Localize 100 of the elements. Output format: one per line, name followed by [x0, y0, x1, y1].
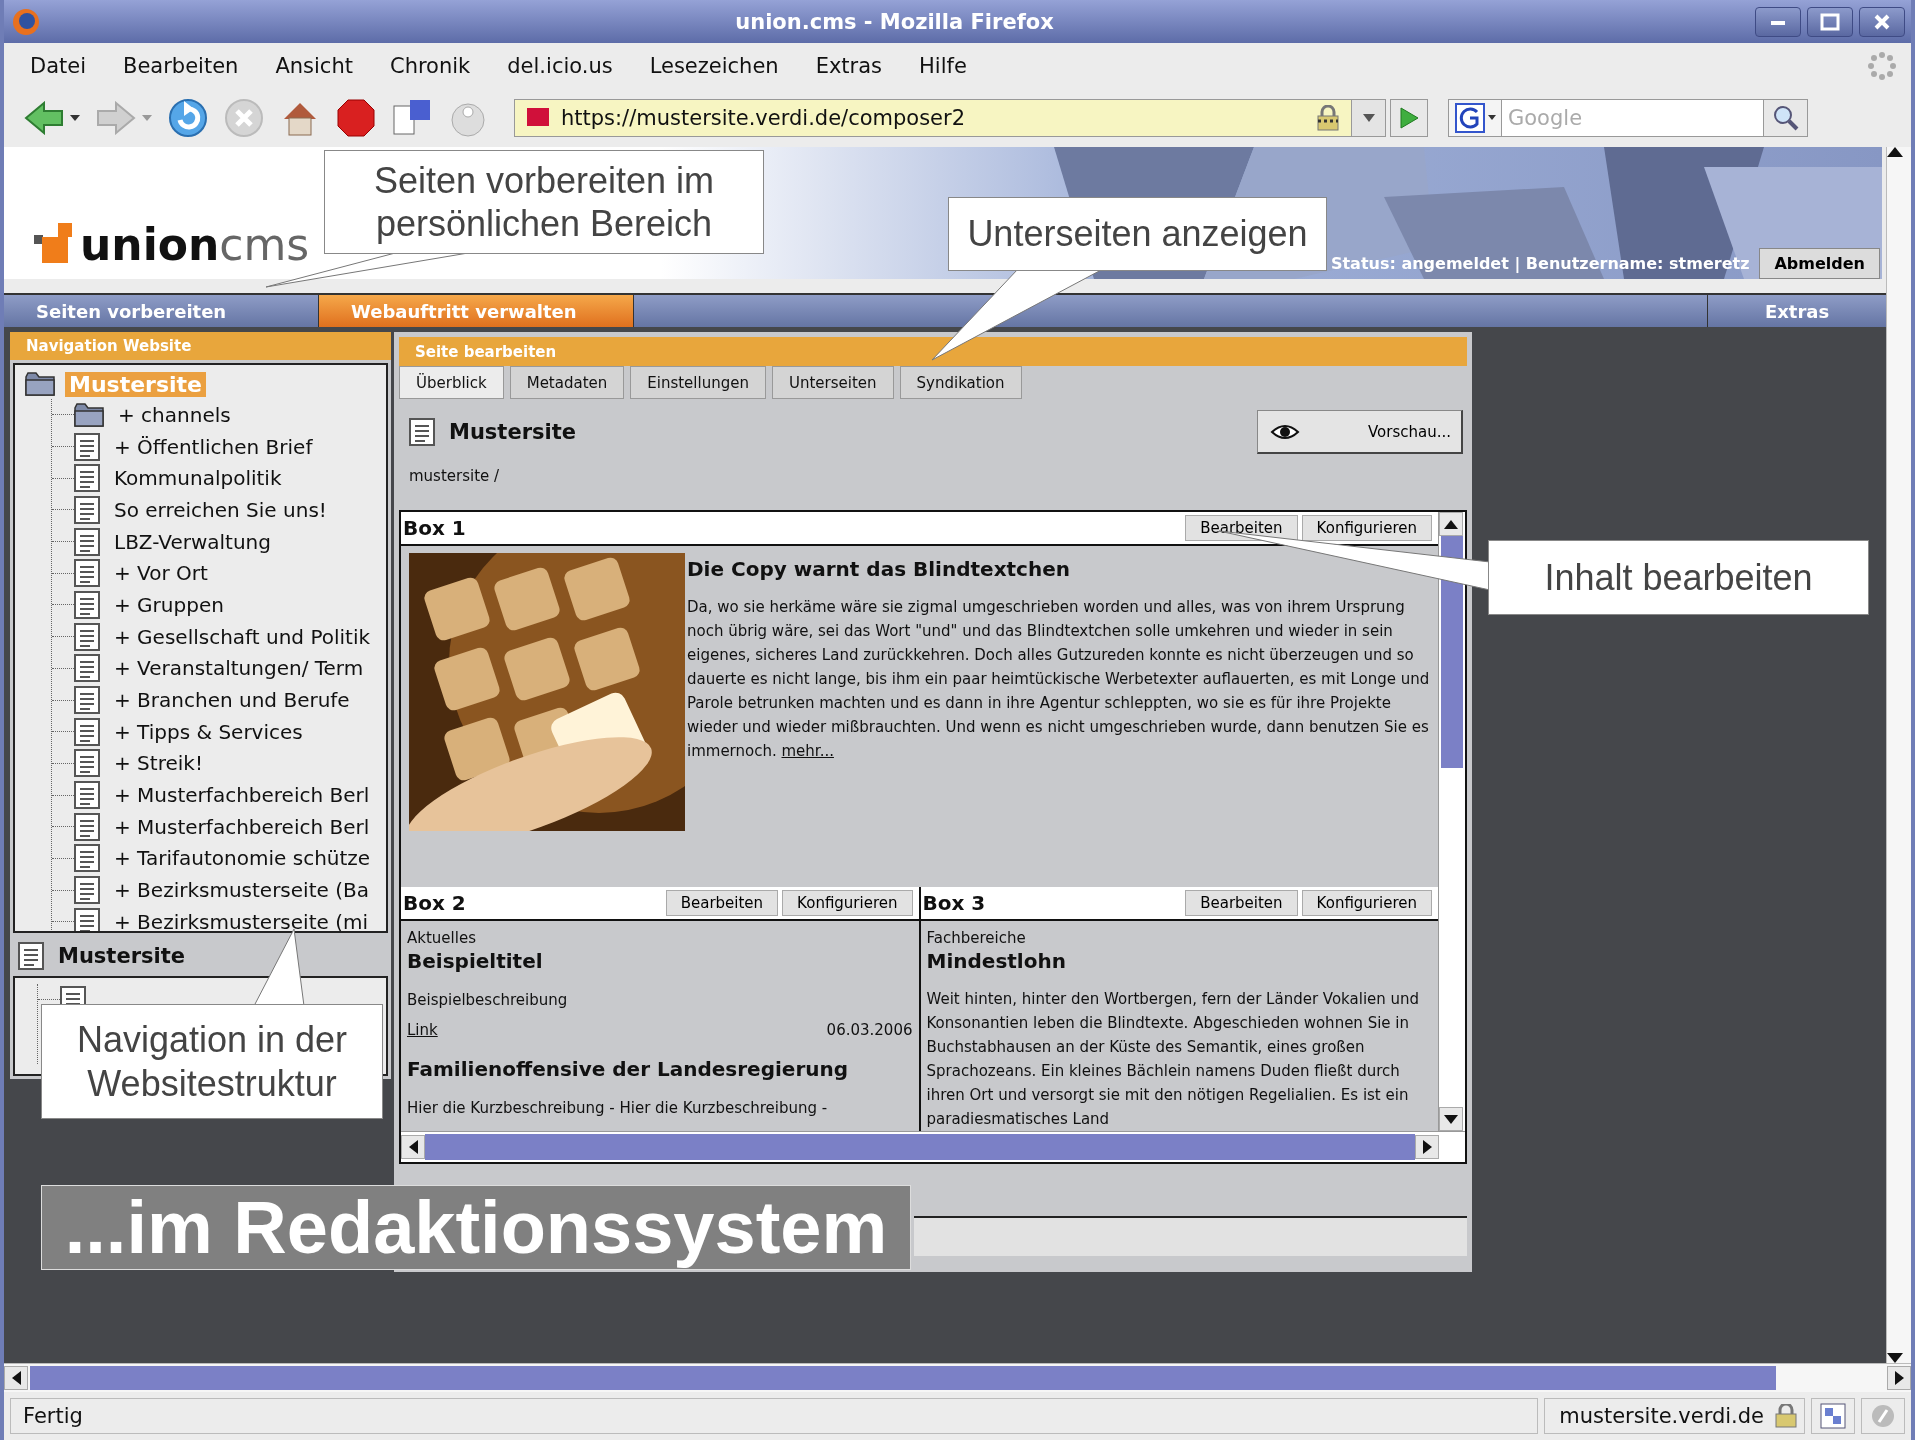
dropdown-button[interactable]	[1352, 98, 1386, 137]
page-icon	[74, 464, 100, 493]
logout-button[interactable]: Abmelden	[1759, 248, 1880, 279]
reload-icon[interactable]	[168, 97, 208, 138]
page-icon	[18, 942, 44, 970]
menu-item[interactable]: Datei	[30, 53, 87, 78]
page-icon	[74, 907, 100, 931]
scroll-thumb[interactable]	[425, 1134, 1415, 1160]
category-label: Fachbereiche	[926, 929, 1027, 948]
up-arrow-icon[interactable]	[1887, 147, 1903, 157]
tab[interactable]: Unterseiten	[771, 366, 894, 399]
page-icon	[74, 717, 100, 746]
tree-item[interactable]: + Veranstaltungen/ Term	[110, 656, 368, 681]
box-title: Box 3	[922, 891, 986, 916]
tab[interactable]: Überblick	[399, 366, 504, 399]
article-headline: Mindestlohn	[926, 949, 1067, 974]
tab[interactable]: Metadaten	[509, 366, 625, 399]
tree-item[interactable]: LBZ-Verwaltung	[110, 529, 275, 554]
caret-icon[interactable]	[1362, 113, 1375, 122]
search-engine-button[interactable]	[1448, 98, 1502, 137]
search-field[interactable]: Google	[1502, 98, 1764, 137]
search-engine-icon	[1454, 102, 1485, 133]
left-arrow-icon[interactable]	[11, 1371, 21, 1385]
tree-item[interactable]: + Gesellschaft und Politik	[110, 624, 375, 649]
menu-item[interactable]: del.icio.us	[507, 53, 613, 78]
box-button[interactable]: Bearbeiten	[1185, 515, 1298, 541]
tree-item[interactable]: Kommunalpolitik	[110, 466, 286, 491]
left-arrow-icon[interactable]	[408, 1140, 418, 1154]
right-arrow-icon[interactable]	[1422, 1140, 1432, 1154]
menu-item[interactable]: Extras	[815, 53, 883, 78]
page-icon	[74, 559, 100, 588]
search-button[interactable]	[1764, 98, 1808, 137]
box-button[interactable]: Konfigurieren	[782, 890, 913, 917]
right-arrow-icon[interactable]	[1894, 1371, 1904, 1385]
callout-tooltip: Navigation in der Websitestruktur	[41, 1004, 383, 1119]
scrollbar[interactable]	[401, 1131, 1465, 1162]
down-arrow-icon[interactable]	[1887, 1353, 1903, 1363]
scrollbar[interactable]	[1886, 147, 1911, 1363]
tree-item[interactable]: + Bezirksmusterseite (Ba	[110, 878, 373, 903]
url-field[interactable]: https://mustersite.verdi.de/composer2	[514, 98, 1352, 137]
link[interactable]: Link	[407, 1021, 438, 1040]
browser-logo-icon	[12, 7, 40, 36]
menu-item[interactable]: Lesezeichen	[649, 53, 779, 78]
panel-header: Seite bearbeiten	[399, 337, 1467, 366]
bookmark-icon[interactable]	[392, 97, 432, 138]
block-icon[interactable]	[336, 97, 376, 138]
callout-tooltip: Inhalt bearbeiten	[1488, 540, 1869, 615]
scrollbar[interactable]	[4, 1363, 1911, 1392]
scrollbar[interactable]	[1438, 512, 1465, 1132]
tree-item[interactable]: + Tarifautonomie schütze	[110, 846, 375, 871]
box-button[interactable]: Bearbeiten	[665, 890, 779, 917]
activity-icon	[1867, 50, 1897, 81]
status-host: mustersite.verdi.de	[1544, 1398, 1805, 1434]
menu-item[interactable]: Chronik	[389, 53, 471, 78]
tree-item[interactable]: + Vor Ort	[110, 561, 212, 586]
menu-item[interactable]: Hilfe	[919, 53, 967, 78]
panel-header: Navigation Website	[10, 332, 391, 360]
folder-icon	[25, 371, 55, 397]
scroll-thumb[interactable]	[30, 1366, 1776, 1390]
tree-item[interactable]: + Bezirksmusterseite (mi	[110, 909, 372, 931]
box-button[interactable]: Bearbeiten	[1185, 890, 1298, 917]
page-icon	[74, 495, 100, 524]
play-icon[interactable]	[1398, 105, 1420, 130]
more-link[interactable]: mehr...	[781, 742, 834, 760]
tree-item[interactable]: + Musterfachbereich Berl	[110, 783, 374, 808]
search-icon[interactable]	[1772, 104, 1799, 131]
maximize-button[interactable]	[1807, 6, 1853, 37]
user-status: Status: angemeldet | Benutzername: stmeretz	[1330, 254, 1750, 273]
menu-item[interactable]: Ansicht	[275, 53, 353, 78]
go-button[interactable]	[1390, 98, 1428, 137]
caret-icon[interactable]	[70, 114, 80, 121]
preview-button[interactable]: Vorschau...	[1257, 410, 1463, 454]
menu-item[interactable]: Bearbeiten	[123, 53, 239, 78]
tree-item[interactable]: + Streik!	[110, 751, 207, 776]
tree-item[interactable]: + Tipps & Services	[110, 719, 307, 744]
down-arrow-icon[interactable]	[1444, 1114, 1458, 1124]
tab[interactable]: Einstellungen	[630, 366, 766, 399]
tree-item[interactable]: + Musterfachbereich Berl	[110, 814, 374, 839]
page-icon	[74, 781, 100, 810]
tree-item[interactable]: + channels	[114, 402, 235, 427]
page-icon	[74, 812, 100, 841]
page-icon	[74, 432, 100, 461]
back-icon[interactable]	[24, 100, 64, 135]
page-info-icon[interactable]	[1820, 1403, 1846, 1429]
caret-icon[interactable]	[1487, 115, 1496, 120]
box-button[interactable]: Konfigurieren	[1301, 515, 1432, 541]
article-text: Da, wo sie herkäme wäre sie zigmal umgeschrieben worden und alles, was von ihrem Ursprung noch übrig wäre, sei das Wort "und" und das Blindtextchen solle umkehren und wieder in sein eigenes, sicheres Land zurückkehren. Doch alles Gutzureden konnte es nicht überzeugen und so dauerte es nicht lange, bis ihm ein paar heimtückische Werbetexter auflauerten, es mit Longe und Parole betrunken machten und es dann in ihre Agentur schleppten, wo sie es für ihre Projekte wieder und wieder mißbrauchten. Und wenn es nicht umgeschrieben wurde, dann benutzen Sie es immernoch. mehr...	[687, 597, 1431, 762]
tree-item[interactable]: + Branchen und Berufe	[110, 688, 354, 713]
box-button[interactable]: Konfigurieren	[1301, 890, 1432, 917]
tree-item[interactable]: + Gruppen	[110, 592, 228, 617]
tree-item[interactable]: So erreichen Sie uns!	[110, 497, 331, 522]
minimize-button[interactable]	[1755, 6, 1801, 37]
folder-icon	[74, 401, 104, 428]
tab[interactable]: Syndikation	[899, 366, 1022, 399]
box-title: Box 2	[403, 891, 466, 916]
up-arrow-icon[interactable]	[1444, 519, 1458, 529]
nav-tab[interactable]: Extras	[1708, 295, 1886, 327]
close-button[interactable]	[1859, 6, 1905, 37]
tree-item[interactable]: + Öffentlichen Brief	[110, 434, 317, 459]
logo-text: unioncms	[80, 223, 310, 267]
